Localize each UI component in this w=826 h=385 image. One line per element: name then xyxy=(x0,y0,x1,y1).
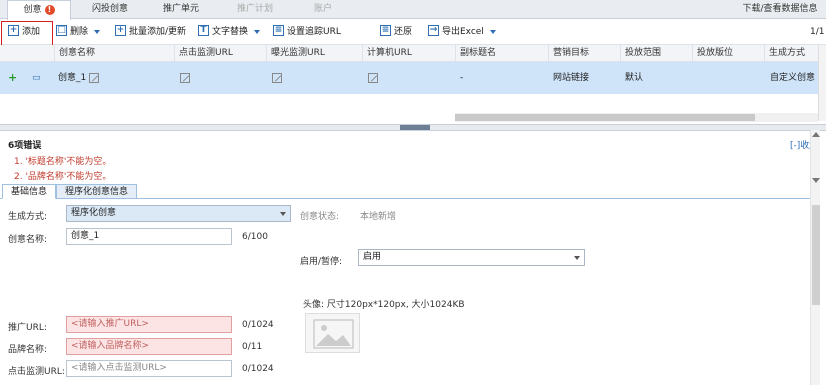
gen-method-label: 生成方式: xyxy=(8,212,48,222)
batch-label: 批量添加/更新 xyxy=(129,27,187,37)
delete-button[interactable]: □ 删除 xyxy=(56,23,101,41)
tab-ad-unit[interactable]: 推广单元 xyxy=(150,0,212,19)
collapse-handle[interactable] xyxy=(400,125,430,130)
col-click-url[interactable]: 点击监测URL xyxy=(174,45,266,62)
set-tracking-url-button[interactable]: ≡ 设置追踪URL xyxy=(273,23,341,41)
add-button-highlight xyxy=(1,21,53,46)
chevron-down-icon xyxy=(280,212,286,216)
col-creative-name[interactable]: 创意名称 xyxy=(54,45,174,62)
top-tab-bar: 创意! 闪投创意 推广单元 推广计划 账户 下载/查看数据信息 xyxy=(0,0,826,20)
promo-url-counter: 0/1024 xyxy=(242,320,274,330)
scroll-thumb[interactable] xyxy=(812,205,820,305)
panel-splitter[interactable] xyxy=(0,124,826,131)
error-summary: 6项错误 xyxy=(8,141,42,151)
export-label: 导出Excel xyxy=(442,27,484,37)
delete-label: 删除 xyxy=(70,27,89,37)
scroll-thumb[interactable] xyxy=(455,114,755,121)
detail-tabs: 基础信息 程序化创意信息 xyxy=(0,184,816,199)
table-row[interactable]: + ▭ 创意_1 - 网站链接 默认 自定义创意 xyxy=(0,62,818,94)
avatar-label: 头像: 尺寸120px*120px, 大小1024KB xyxy=(303,300,465,310)
restore-label: 还原 xyxy=(394,27,413,37)
cell-creative-name[interactable]: 创意_1 xyxy=(58,62,168,94)
scroll-down-icon[interactable] xyxy=(812,178,820,183)
status-value: 本地新增 xyxy=(360,212,397,222)
enable-label: 启用/暂停: xyxy=(300,257,343,267)
brand-label: 品牌名称: xyxy=(8,345,48,355)
batch-icon: + xyxy=(115,25,126,36)
tab-account[interactable]: 账户 xyxy=(298,0,348,19)
cell-click-url[interactable] xyxy=(180,62,190,94)
replace-label: 文字替换 xyxy=(212,27,249,37)
restore-button[interactable]: ≡ 还原 xyxy=(380,23,412,41)
export-icon: → xyxy=(428,25,439,36)
chevron-down-icon xyxy=(94,29,101,34)
cell-computer-url[interactable] xyxy=(368,62,378,94)
col-range[interactable]: 投放范围 xyxy=(620,45,692,62)
cell-impression-url[interactable] xyxy=(272,62,282,94)
error-item: 1. '标题名称'不能为空。 xyxy=(14,157,112,167)
col-placement[interactable]: 投放版位 xyxy=(692,45,764,62)
col-impression-url[interactable]: 曝光监测URL xyxy=(266,45,362,62)
link-icon: ≡ xyxy=(273,25,284,36)
enable-value: 启用 xyxy=(363,252,382,262)
col-generation[interactable]: 生成方式 xyxy=(764,45,818,62)
col-subtitle[interactable]: 副标题名 xyxy=(455,45,548,62)
cell-range[interactable]: 默认 xyxy=(625,62,643,94)
cell-generation[interactable]: 自定义创意 xyxy=(770,62,815,94)
tab-ad-plan[interactable]: 推广计划 xyxy=(225,0,285,19)
edit-icon[interactable] xyxy=(272,72,282,83)
image-placeholder-icon[interactable] xyxy=(305,313,360,353)
table-header: 创意名称 点击监测URL 曝光监测URL 计算机URL 副标题名 营销目标 投放… xyxy=(0,45,818,62)
cell-marketing-target[interactable]: 网站链接 xyxy=(553,62,589,94)
edit-icon[interactable] xyxy=(89,72,100,83)
gen-method-value: 程序化创意 xyxy=(71,208,117,218)
scroll-up-icon[interactable] xyxy=(812,132,820,137)
name-label: 创意名称: xyxy=(8,235,48,245)
error-icon: ! xyxy=(44,4,55,15)
chevron-down-icon xyxy=(489,29,496,34)
tab-programmatic-info[interactable]: 程序化创意信息 xyxy=(56,184,138,199)
error-item: 2. '品牌名称'不能为空。 xyxy=(14,172,112,182)
new-row-icon: + xyxy=(8,71,18,84)
tab-basic-info[interactable]: 基础信息 xyxy=(2,184,57,199)
page-indicator: 1/1 xyxy=(810,27,825,37)
batch-add-button[interactable]: + 批量添加/更新 xyxy=(115,23,186,41)
text-replace-icon: T xyxy=(198,25,209,36)
promo-url-label: 推广URL: xyxy=(8,323,47,333)
gen-method-select[interactable]: 程序化创意 xyxy=(66,205,291,222)
brand-counter: 0/11 xyxy=(242,342,263,352)
toolbar: + 添加 □ 删除 + 批量添加/更新 T 文字替换 ≡ 设置追踪URL ≡ 还原 → 导出E… xyxy=(0,20,826,45)
preview-icon[interactable]: ▭ xyxy=(32,62,41,94)
enable-select[interactable]: 启用 xyxy=(358,249,585,266)
tab-creative-label: 创意 xyxy=(23,5,42,15)
brand-input[interactable]: <请输入品牌名称> xyxy=(66,338,232,355)
chevron-down-icon xyxy=(574,256,580,260)
col-marketing-target[interactable]: 营销目标 xyxy=(548,45,620,62)
mountain-image-icon xyxy=(313,319,354,349)
download-data-link[interactable]: 下载/查看数据信息 xyxy=(735,0,825,19)
tab-creative[interactable]: 创意! xyxy=(7,0,71,20)
trash-icon: □ xyxy=(56,25,67,36)
restore-icon: ≡ xyxy=(380,25,391,36)
cell-subtitle[interactable]: - xyxy=(460,62,463,94)
name-counter: 6/100 xyxy=(242,232,268,242)
chevron-down-icon xyxy=(254,29,261,34)
creative-name-input[interactable]: 创意_1 xyxy=(66,228,232,245)
export-excel-button[interactable]: → 导出Excel xyxy=(428,23,496,41)
col-computer-url[interactable]: 计算机URL xyxy=(362,45,455,62)
table-horizontal-scrollbar[interactable] xyxy=(455,113,818,122)
table-vertical-scrollbar[interactable] xyxy=(818,45,826,121)
edit-icon[interactable] xyxy=(180,72,190,83)
click-url-counter: 0/1024 xyxy=(242,364,274,374)
promo-url-input[interactable]: <请输入推广URL> xyxy=(66,316,232,333)
tab-flash-creative[interactable]: 闪投创意 xyxy=(80,0,140,19)
creative-name-text: 创意_1 xyxy=(58,73,87,83)
tracking-label: 设置追踪URL xyxy=(287,27,341,37)
click-url-label: 点击监测URL: xyxy=(8,367,65,377)
status-label: 创意状态: xyxy=(300,212,340,222)
click-url-input[interactable]: <请输入点击监测URL> xyxy=(66,360,232,377)
edit-icon[interactable] xyxy=(368,72,378,83)
detail-scrollbar[interactable] xyxy=(810,130,820,385)
text-replace-button[interactable]: T 文字替换 xyxy=(198,23,261,41)
